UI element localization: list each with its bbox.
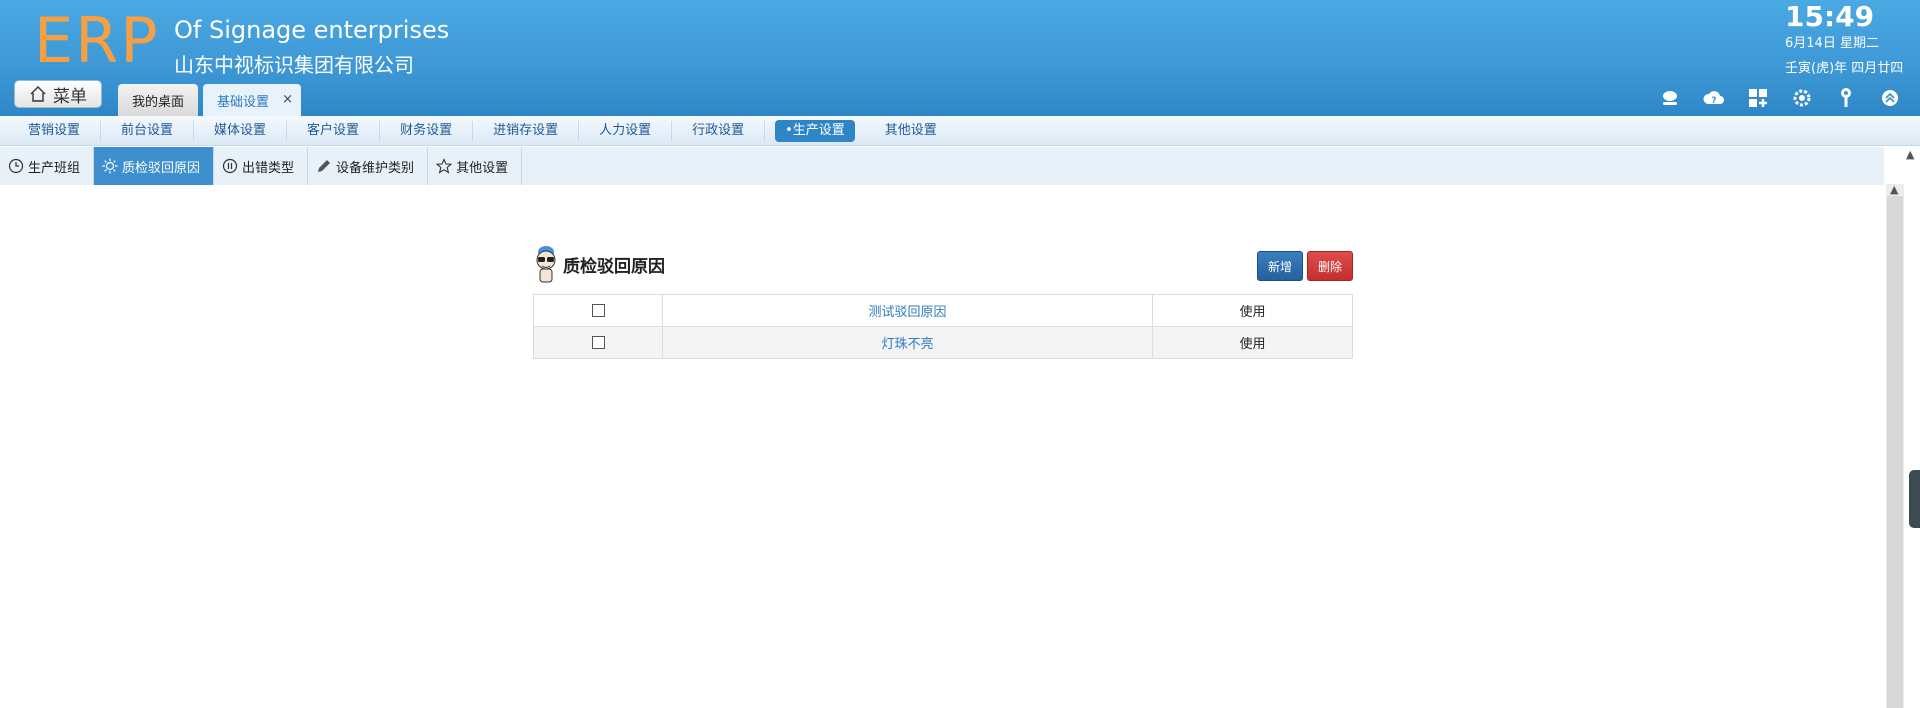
panel-header: 质检驳回原因	[533, 244, 665, 284]
row-select-cell	[533, 294, 663, 327]
reason-name-link[interactable]: 测试驳回原因	[662, 294, 1153, 327]
panel-title: 质检驳回原因	[563, 256, 665, 277]
close-icon[interactable]: ×	[282, 92, 293, 107]
module-nav-media[interactable]: 媒体设置	[194, 120, 288, 141]
clock-time: 15:49	[1785, 0, 1875, 33]
star-icon	[436, 158, 453, 174]
gear-icon[interactable]	[1790, 86, 1814, 110]
key-icon[interactable]	[1834, 86, 1858, 110]
erp-logo: ERP	[34, 4, 160, 77]
sub-nav: 生产班组 质检驳回原因 出错类型 设备维护类别 其他设置	[0, 147, 1884, 185]
module-nav-marketing[interactable]: 营销设置	[8, 120, 102, 141]
subnav-label: 质检驳回原因	[122, 160, 201, 176]
lunar-date: 壬寅(虎)年 四月廿四	[1785, 61, 1904, 76]
module-nav-inventory[interactable]: 进销存设置	[473, 120, 580, 141]
subnav-production-team[interactable]: 生产班组	[0, 147, 95, 185]
reason-status: 使用	[1152, 294, 1353, 327]
module-nav-other[interactable]: 其他设置	[865, 121, 957, 141]
module-nav-finance[interactable]: 财务设置	[380, 120, 474, 141]
collapse-up-icon[interactable]	[1878, 86, 1902, 110]
table-row: 测试驳回原因 使用	[533, 294, 1353, 327]
subnav-error-type[interactable]: 出错类型	[214, 147, 309, 185]
scroll-up-arrow-outer[interactable]: ▲	[1906, 148, 1914, 161]
module-nav-customer[interactable]: 客户设置	[287, 120, 381, 141]
subnav-label: 生产班组	[28, 160, 81, 176]
reason-name-link[interactable]: 灯珠不亮	[662, 326, 1153, 359]
scroll-up-arrow[interactable]: ▲	[1890, 183, 1898, 196]
home-icon	[30, 86, 46, 102]
add-button[interactable]: 新增	[1257, 251, 1303, 281]
module-nav-hr[interactable]: 人力设置	[579, 120, 673, 141]
tab-my-desktop[interactable]: 我的桌面	[118, 84, 198, 116]
table-row: 灯珠不亮 使用	[533, 326, 1353, 359]
user-icon[interactable]	[1658, 86, 1682, 110]
company-name-en: Of Signage enterprises	[174, 16, 450, 44]
cloud-help-icon[interactable]: ?	[1702, 86, 1726, 110]
module-nav: 营销设置 前台设置 媒体设置 客户设置 财务设置 进销存设置 人力设置 行政设置…	[0, 116, 1920, 146]
tab-label: 基础设置	[217, 94, 270, 110]
app-header: ERP Of Signage enterprises 山东中视标识集团有限公司 …	[0, 0, 1920, 116]
module-nav-production[interactable]: •生产设置	[775, 119, 855, 142]
menu-button-label: 菜单	[53, 86, 87, 107]
vertical-scrollbar[interactable]: ▲	[1886, 183, 1904, 708]
scrollbar-thumb[interactable]	[1887, 196, 1903, 708]
row-select-cell	[533, 326, 663, 359]
pause-circle-icon	[222, 158, 238, 174]
tab-base-settings[interactable]: 基础设置 ×	[203, 84, 301, 116]
clock-date: 6月14日 星期二	[1785, 36, 1879, 51]
company-name-cn: 山东中视标识集团有限公司	[174, 53, 414, 77]
subnav-equipment-maintenance[interactable]: 设备维护类别	[308, 147, 429, 185]
row-checkbox[interactable]	[591, 336, 605, 349]
menu-button[interactable]: 菜单	[14, 80, 102, 108]
row-checkbox[interactable]	[591, 304, 605, 317]
header-toolbar: ?	[1658, 86, 1902, 110]
subnav-label: 出错类型	[242, 160, 295, 176]
reason-status: 使用	[1152, 326, 1353, 359]
reject-reason-table: 测试驳回原因 使用 灯珠不亮 使用	[533, 294, 1353, 359]
pencil-icon	[318, 160, 331, 172]
clock-icon	[8, 158, 24, 174]
subnav-qc-reject-reason[interactable]: 质检驳回原因	[94, 147, 215, 185]
mascot-icon	[536, 246, 556, 283]
subnav-other-settings[interactable]: 其他设置	[428, 147, 523, 185]
sun-icon	[102, 158, 118, 174]
tab-label: 我的桌面	[131, 94, 184, 110]
side-panel-handle[interactable]	[1909, 470, 1920, 528]
module-nav-frontdesk[interactable]: 前台设置	[101, 120, 195, 141]
delete-button[interactable]: 删除	[1307, 251, 1353, 281]
subnav-label: 其他设置	[456, 160, 509, 176]
module-nav-admin[interactable]: 行政设置	[672, 120, 766, 141]
subnav-label: 设备维护类别	[336, 160, 415, 176]
apps-add-icon[interactable]	[1746, 86, 1770, 110]
svg-text:?: ?	[1711, 96, 1716, 106]
